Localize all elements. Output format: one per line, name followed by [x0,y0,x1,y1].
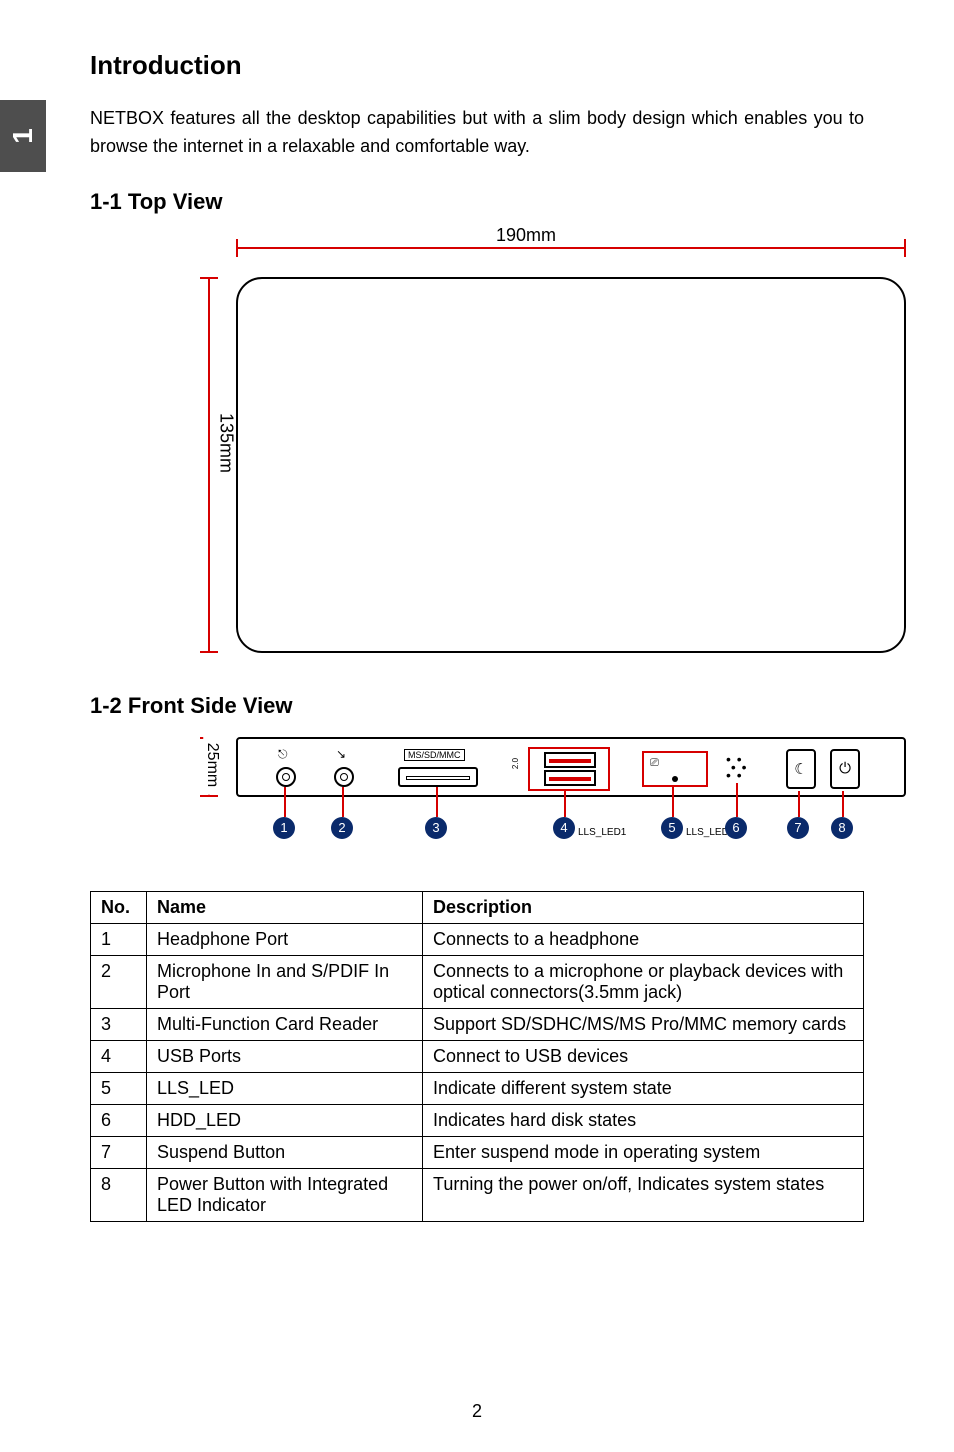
col-no: No. [91,891,147,923]
table-row: 8Power Button with Integrated LED Indica… [91,1168,864,1221]
cell-name: HDD_LED [147,1104,423,1136]
device-outline-front: ⎋ ↘ MS/SD/MMC 2.0 ⎚ • • • •• • ☾ ⏻ [236,737,906,797]
callout-bubble-3: 3 [425,817,447,839]
usb-port [544,770,596,786]
table-row: 6HDD_LEDIndicates hard disk states [91,1104,864,1136]
cell-name: Suspend Button [147,1136,423,1168]
usb-port [544,752,596,768]
leader-line [798,791,800,817]
suspend-button: ☾ [786,749,816,789]
dimension-line-width [236,247,906,249]
col-desc: Description [423,891,864,923]
cell-name: Power Button with Integrated LED Indicat… [147,1168,423,1221]
table-row: 4USB PortsConnect to USB devices [91,1040,864,1072]
callout-bubble-7: 7 [787,817,809,839]
power-button: ⏻ [830,749,860,789]
headphone-port [276,767,296,787]
table-header-row: No. Name Description [91,891,864,923]
mic-icon: ↘ [336,747,346,761]
cell-no: 6 [91,1104,147,1136]
table-row: 5LLS_LEDIndicate different system state [91,1072,864,1104]
cell-desc: Connects to a microphone or playback dev… [423,955,864,1008]
dimension-label-height: 25mm [203,735,221,795]
dimension-tick [200,277,218,279]
cell-no: 3 [91,1008,147,1040]
mic-port [334,767,354,787]
leader-line [672,787,674,817]
cell-desc: Turning the power on/off, Indicates syst… [423,1168,864,1221]
cell-desc: Support SD/SDHC/MS/MS Pro/MMC memory car… [423,1008,864,1040]
headphone-icon: ⎋ [278,747,288,762]
col-name: Name [147,891,423,923]
table-row: 1Headphone PortConnects to a headphone [91,923,864,955]
page-number: 2 [472,1401,482,1422]
callout-bubble-4: 4 [553,817,575,839]
page: 1 Introduction NETBOX features all the d… [0,0,954,1452]
top-view-diagram: 190mm 135mm [146,233,906,653]
chapter-tab: 1 [0,100,46,172]
heading-introduction: Introduction [90,50,864,81]
leader-line [436,787,438,817]
leader-line [842,791,844,817]
table-row: 3Multi-Function Card ReaderSupport SD/SD… [91,1008,864,1040]
leader-line [564,791,566,817]
cell-desc: Connect to USB devices [423,1040,864,1072]
callout-bubble-1: 1 [273,817,295,839]
callout-bubble-6: 6 [725,817,747,839]
label-lls-led1: LLS_LED1 [578,827,626,838]
dimension-tick [236,239,238,257]
front-view-diagram: 25mm ⎋ ↘ MS/SD/MMC 2.0 ⎚ • • • •• • [146,737,906,857]
lls-icon: ⎚ [650,757,659,770]
power-icon: ⏻ [839,760,851,777]
table-body: 1Headphone PortConnects to a headphone2M… [91,923,864,1221]
callout-row: 1 2 3 4 LLS_LED1 5 LLS_LED5 6 7 8 [236,797,906,851]
callout-bubble-2: 2 [331,817,353,839]
device-outline-top [236,277,906,653]
cell-no: 1 [91,923,147,955]
cell-no: 4 [91,1040,147,1072]
moon-icon: ☾ [794,760,807,778]
cell-desc: Connects to a headphone [423,923,864,955]
lls-led-dot [672,776,678,782]
hdd-led-icon: • • • •• • [726,755,748,779]
dimension-label-width: 190mm [482,225,570,246]
intro-paragraph: NETBOX features all the desktop capabili… [90,105,864,161]
cell-desc: Indicates hard disk states [423,1104,864,1136]
heading-top-view: 1-1 Top View [90,189,864,215]
callout-bubble-8: 8 [831,817,853,839]
usb-ports-group [528,747,610,791]
cell-name: Microphone In and S/PDIF In Port [147,955,423,1008]
dimension-tick [904,239,906,257]
callout-bubble-5: 5 [661,817,683,839]
heading-front-view: 1-2 Front Side View [90,693,864,719]
cell-no: 5 [91,1072,147,1104]
chapter-tab-number: 1 [7,128,39,144]
table-row: 7Suspend ButtonEnter suspend mode in ope… [91,1136,864,1168]
cell-name: Multi-Function Card Reader [147,1008,423,1040]
cell-name: LLS_LED [147,1072,423,1104]
cell-no: 2 [91,955,147,1008]
card-reader-slot [398,767,478,787]
cell-desc: Enter suspend mode in operating system [423,1136,864,1168]
front-panel: ⎋ ↘ MS/SD/MMC 2.0 ⎚ • • • •• • ☾ ⏻ [238,739,904,795]
dimension-line-height [208,277,210,653]
dimension-label-height: 135mm [216,399,237,487]
cell-desc: Indicate different system state [423,1072,864,1104]
leader-line [284,787,286,817]
cell-name: USB Ports [147,1040,423,1072]
ports-table: No. Name Description 1Headphone PortConn… [90,891,864,1222]
leader-line [342,787,344,817]
cell-name: Headphone Port [147,923,423,955]
leader-line [736,783,738,817]
card-reader-label: MS/SD/MMC [404,749,465,761]
usb-icon: 2.0 [511,758,520,769]
dimension-tick [200,651,218,653]
cell-no: 7 [91,1136,147,1168]
cell-no: 8 [91,1168,147,1221]
table-row: 2Microphone In and S/PDIF In PortConnect… [91,955,864,1008]
